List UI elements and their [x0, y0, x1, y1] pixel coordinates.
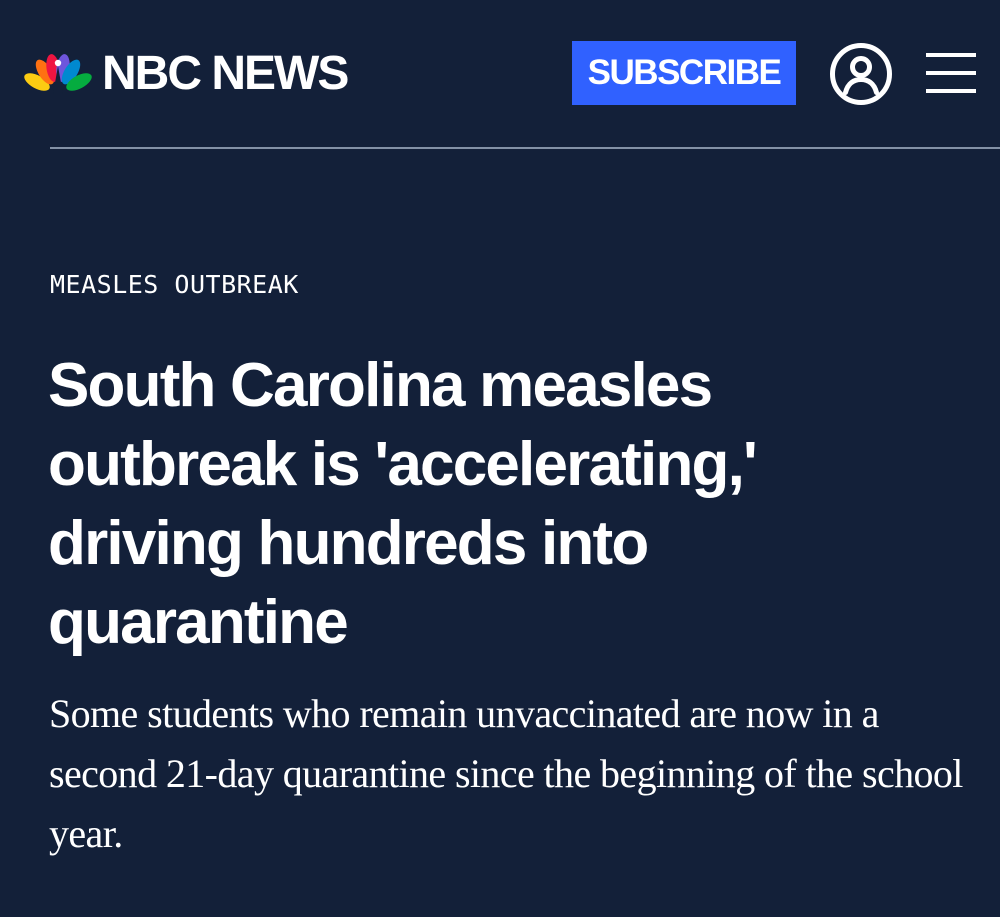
- nbc-news-logo[interactable]: NBC NEWS: [24, 47, 349, 100]
- header-divider: [50, 147, 1000, 149]
- brand-wordmark: NBC NEWS: [102, 47, 349, 100]
- article-category-link[interactable]: MEASLES OUTBREAK: [50, 268, 299, 302]
- site-header: NBC NEWS SUBSCRIBE: [0, 0, 1000, 148]
- article-headline: South Carolina measles outbreak is 'acce…: [48, 351, 758, 657]
- hamburger-menu-icon[interactable]: [926, 52, 976, 94]
- nbc-peacock-icon: [24, 54, 92, 94]
- user-account-icon[interactable]: [829, 42, 893, 106]
- subscribe-button[interactable]: SUBSCRIBE: [572, 41, 796, 105]
- article-dek: Some students who remain unvaccinated ar…: [49, 691, 963, 856]
